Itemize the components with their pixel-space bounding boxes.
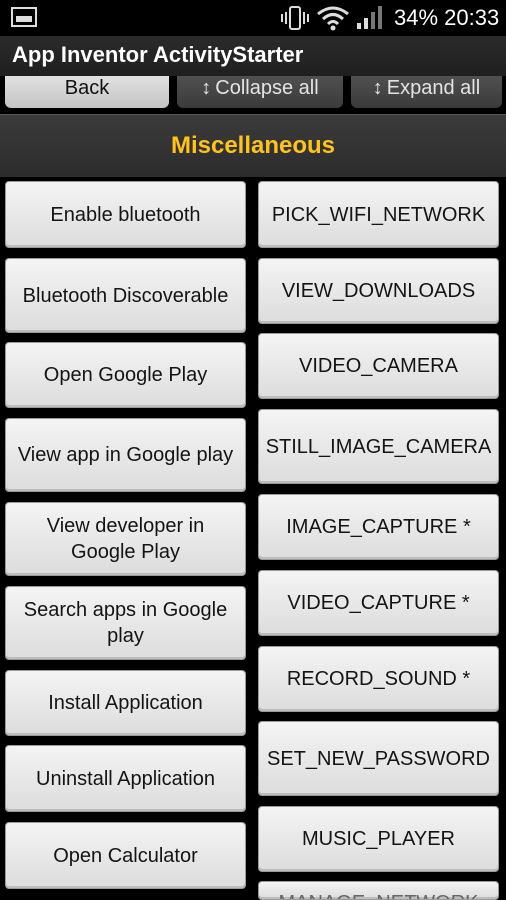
app-title: App Inventor ActivityStarter [12, 42, 304, 67]
button-label: RECORD_SOUND * [286, 668, 471, 690]
button-label: STILL_IMAGE_CAMERA [265, 435, 492, 458]
image-capture-button[interactable]: IMAGE_CAPTURE * [258, 494, 499, 560]
back-button[interactable]: Back [5, 76, 169, 108]
button-label: MUSIC_PLAYER [301, 828, 455, 850]
section-title: Miscellaneous [170, 132, 336, 159]
pick-wifi-network-button[interactable]: PICK_WIFI_NETWORK [258, 181, 499, 248]
collapse-all-label: Collapse all [215, 76, 319, 99]
button-label: Install Application [48, 692, 203, 714]
button-label: Enable bluetooth [50, 203, 201, 226]
set-new-password-button[interactable]: SET_NEW_PASSWORD [258, 721, 499, 796]
image-notification-icon [11, 7, 37, 27]
section-header[interactable]: Miscellaneous [0, 114, 506, 177]
battery-time-readout: 34% 20:33 [394, 5, 499, 31]
button-label: Open Calculator [53, 844, 198, 867]
collapse-arrows-icon: ↕ [201, 76, 212, 99]
button-label: IMAGE_CAPTURE * [286, 516, 471, 538]
manage-network-button[interactable]: MANAGE_NETWORK [258, 881, 499, 900]
status-bar: 34% 20:33 [0, 0, 506, 36]
open-calculator-button[interactable]: Open Calculator [5, 822, 246, 889]
button-label: View app in Google play [17, 444, 234, 466]
still-image-camera-button[interactable]: STILL_IMAGE_CAMERA [258, 409, 499, 484]
expand-all-button[interactable]: ↕ Expand all [351, 76, 502, 108]
button-label: Search apps in Google play [23, 599, 228, 647]
expand-arrows-icon: ↕ [372, 76, 383, 99]
button-label: VIDEO_CAMERA [299, 355, 458, 377]
button-label: Uninstall Application [36, 767, 215, 790]
collapse-all-button[interactable]: ↕ Collapse all [177, 76, 343, 108]
button-label: Open Google Play [43, 364, 208, 386]
battery-level: 34% [394, 5, 439, 30]
vibrate-icon [281, 6, 309, 30]
button-label: VIDEO_CAPTURE * [287, 592, 470, 614]
button-label: View developer in Google Play [46, 515, 205, 563]
clock: 20:33 [444, 5, 500, 30]
expand-all-label: Expand all [386, 76, 481, 99]
view-app-in-google-play-button[interactable]: View app in Google play [5, 418, 246, 492]
video-camera-button[interactable]: VIDEO_CAMERA [258, 333, 499, 399]
install-application-button[interactable]: Install Application [5, 670, 246, 736]
button-label: PICK_WIFI_NETWORK [271, 203, 486, 226]
view-developer-in-google-play-button[interactable]: View developer in Google Play [5, 502, 246, 576]
button-label: MANAGE_NETWORK [278, 890, 478, 899]
bluetooth-discoverable-button[interactable]: Bluetooth Discoverable [5, 258, 246, 333]
open-google-play-button[interactable]: Open Google Play [5, 342, 246, 408]
music-player-button[interactable]: MUSIC_PLAYER [258, 806, 499, 872]
signal-icon [357, 6, 382, 29]
title-bar: App Inventor ActivityStarter [0, 36, 506, 76]
wifi-icon [317, 6, 349, 31]
button-label: SET_NEW_PASSWORD [267, 747, 490, 770]
button-label: VIEW_DOWNLOADS [281, 280, 476, 302]
enable-bluetooth-button[interactable]: Enable bluetooth [5, 181, 246, 248]
record-sound-button[interactable]: RECORD_SOUND * [258, 646, 499, 712]
uninstall-application-button[interactable]: Uninstall Application [5, 745, 246, 812]
toolbar: Back ↕ Collapse all ↕ Expand all [0, 76, 506, 112]
button-label: Bluetooth Discoverable [22, 284, 229, 307]
back-button-label: Back [64, 76, 110, 99]
search-apps-in-google-play-button[interactable]: Search apps in Google play [5, 586, 246, 660]
video-capture-button[interactable]: VIDEO_CAPTURE * [258, 570, 499, 636]
view-downloads-button[interactable]: VIEW_DOWNLOADS [258, 258, 499, 324]
